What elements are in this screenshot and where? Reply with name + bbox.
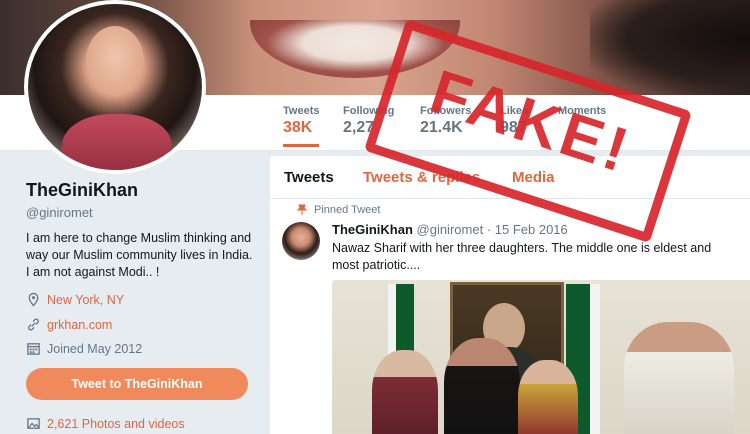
profile-bio: I am here to change Muslim thinking and …	[26, 231, 253, 279]
photo-person-1	[372, 350, 438, 434]
tweet-date[interactable]: · 15 Feb 2016	[487, 222, 568, 237]
calendar-icon	[27, 343, 40, 355]
photos-videos-label[interactable]: 2,621 Photos and videos	[47, 417, 185, 431]
tweet-header: TheGiniKhan @giniromet · 15 Feb 2016	[332, 222, 568, 237]
image-icon	[27, 418, 40, 429]
tweet-photo[interactable]	[332, 280, 750, 434]
tweet-avatar[interactable]	[282, 222, 320, 260]
tweet-author-name[interactable]: TheGiniKhan	[332, 222, 413, 237]
profile-website: grkhan.com	[26, 317, 112, 332]
profile-sidebar: TheGiniKhan @giniromet I am here to chan…	[0, 150, 270, 434]
photo-person-3	[518, 360, 578, 434]
stat-tweets[interactable]: Tweets 38K	[283, 105, 320, 147]
pinned-label: Pinned Tweet	[296, 204, 381, 216]
photo-person-2	[444, 338, 520, 434]
stat-value: 38K	[283, 119, 313, 136]
banner-photo-hair	[590, 0, 750, 95]
photo-person-4	[624, 322, 734, 434]
profile-joined: Joined May 2012	[26, 341, 142, 356]
avatar-face	[86, 26, 144, 96]
profile-name[interactable]: TheGiniKhan	[26, 180, 138, 201]
joined-text: Joined May 2012	[47, 341, 143, 356]
website-link[interactable]: grkhan.com	[47, 318, 112, 332]
profile-location: New York, NY	[26, 292, 124, 307]
location-pin-icon	[28, 292, 39, 307]
profile-avatar[interactable]	[24, 0, 206, 174]
location-link[interactable]: New York, NY	[47, 293, 124, 307]
link-icon	[28, 318, 39, 331]
profile-handle[interactable]: @giniromet	[26, 205, 93, 220]
tab-tweets[interactable]: Tweets	[284, 169, 334, 186]
photos-videos-link[interactable]: 2,621 Photos and videos	[26, 416, 185, 431]
tweet-to-button[interactable]: Tweet to TheGiniKhan	[26, 368, 248, 400]
tweet-text: Nawaz Sharif with her three daughters. T…	[332, 241, 712, 272]
stat-label: Tweets	[283, 105, 320, 117]
pinned-text: Pinned Tweet	[314, 204, 381, 216]
tweet-author-handle[interactable]: @giniromet	[417, 222, 484, 237]
pin-icon	[296, 204, 308, 215]
